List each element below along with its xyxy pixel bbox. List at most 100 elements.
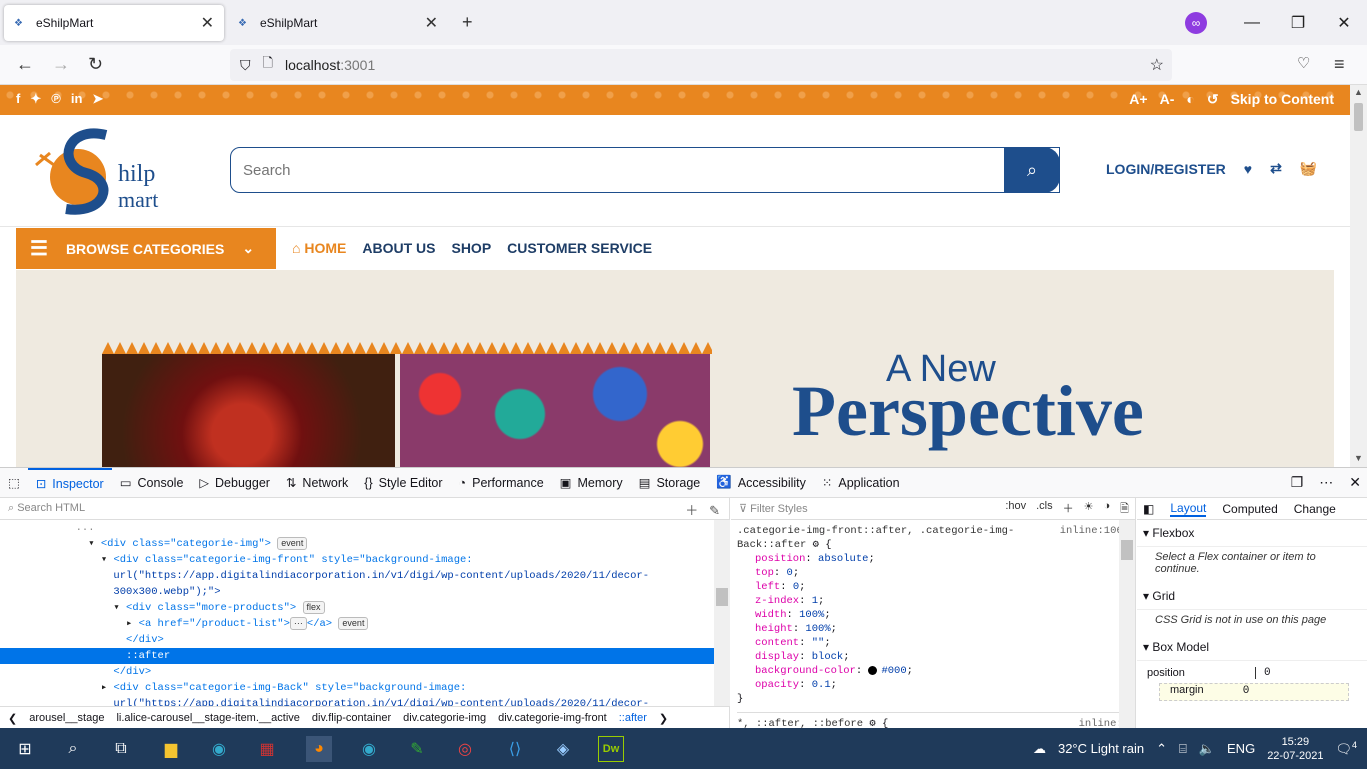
login-register-link[interactable]: LOGIN/REGISTER: [1106, 161, 1226, 177]
compare-shuffle-icon[interactable]: ⇄: [1270, 160, 1282, 177]
tab-memory[interactable]: ▣ Memory: [552, 468, 631, 498]
more-options-icon[interactable]: ⋯: [1319, 474, 1333, 491]
bookmark-star-icon[interactable]: ☆: [1150, 55, 1164, 75]
filter-styles-input[interactable]: Filter Styles: [750, 503, 807, 515]
chrome-icon[interactable]: ◎: [452, 736, 478, 762]
collapsed-badge[interactable]: ···: [289, 617, 307, 630]
menu-icon[interactable]: ≡: [1334, 54, 1345, 75]
close-devtools-icon[interactable]: ✕: [1349, 474, 1361, 491]
event-badge[interactable]: event: [338, 617, 369, 630]
language-indicator[interactable]: ENG: [1227, 741, 1255, 756]
nav-home[interactable]: ⌂ HOME: [292, 240, 346, 256]
twitter-icon[interactable]: ✦: [30, 91, 41, 107]
telegram-icon[interactable]: ➤: [92, 91, 103, 107]
weather-text[interactable]: 32°C Light rain: [1058, 741, 1144, 756]
grid-section-header[interactable]: ▾ Grid: [1137, 583, 1367, 610]
weather-icon[interactable]: ☁: [1033, 741, 1046, 757]
winrar-icon[interactable]: ▦: [254, 736, 280, 762]
page-scrollbar[interactable]: ▲ ▼: [1350, 85, 1367, 467]
search-button[interactable]: ⌕: [1004, 147, 1060, 193]
tab-performance[interactable]: ◔ Performance: [451, 468, 552, 498]
notification-icon[interactable]: 🗨4: [1335, 740, 1357, 757]
dock-icon[interactable]: ❐: [1291, 474, 1304, 491]
rules-scrollbar[interactable]: [1119, 520, 1135, 729]
tree-row[interactable]: ▸ <a href="/product-list"> ··· </a> event: [0, 616, 714, 632]
search-icon[interactable]: ⌕: [60, 736, 86, 762]
css-declaration[interactable]: position: absolute;: [737, 552, 1129, 566]
add-node-and-picker-icons[interactable]: ＋ ✎: [685, 500, 720, 519]
pinterest-icon[interactable]: ℗: [51, 91, 61, 107]
breadcrumb-forward-icon[interactable]: ❯: [659, 712, 668, 725]
new-tab-button[interactable]: +: [462, 12, 473, 33]
color-swatch[interactable]: [868, 665, 878, 675]
volume-icon[interactable]: 🔈: [1199, 741, 1215, 757]
breadcrumb-item[interactable]: div.flip-container: [312, 712, 391, 724]
contrast-icon[interactable]: ◐: [1186, 91, 1194, 108]
tree-row[interactable]: </div>: [0, 632, 714, 648]
network-tray-icon[interactable]: ⌸: [1179, 741, 1187, 757]
event-badge[interactable]: event: [277, 537, 308, 550]
scrollbar-thumb[interactable]: [1121, 540, 1133, 560]
reload-button[interactable]: ↻: [88, 54, 103, 75]
breadcrumb-item-current[interactable]: ::after: [619, 712, 647, 724]
element-picker-button[interactable]: ⬚: [0, 468, 28, 498]
reset-icon[interactable]: ↺: [1207, 91, 1219, 108]
app-icon[interactable]: ◈: [550, 736, 576, 762]
search-html-input[interactable]: Search HTML: [17, 502, 85, 514]
scrollbar-thumb[interactable]: [1354, 103, 1363, 131]
hero-banner[interactable]: A New Perspective: [16, 270, 1334, 467]
tab-changes[interactable]: Change: [1294, 502, 1336, 516]
wishlist-heart-icon[interactable]: ♥: [1244, 161, 1252, 177]
box-margin-value[interactable]: 0: [1243, 685, 1250, 697]
breadcrumb-item[interactable]: li.alice-carousel__stage-item.__active: [116, 712, 299, 724]
nav-shop[interactable]: SHOP: [451, 240, 491, 256]
css-declaration[interactable]: z-index: 1;: [737, 594, 1129, 608]
tab-inspector[interactable]: ⊡ Inspector: [27, 467, 112, 498]
back-button[interactable]: ←: [16, 54, 34, 75]
close-window-button[interactable]: ✕: [1321, 13, 1367, 33]
box-position-value[interactable]: 0: [1255, 667, 1271, 679]
scrollbar-thumb[interactable]: [716, 588, 728, 606]
breadcrumb-item[interactable]: div.categorie-img: [403, 712, 486, 724]
tree-row[interactable]: ▸ <div class="categorie-img-Back" style=…: [0, 680, 714, 696]
tab-accessibility[interactable]: ♿ Accessibility: [708, 468, 814, 498]
tab-console[interactable]: ▭ Console: [112, 468, 192, 498]
close-tab-icon[interactable]: ✕: [201, 13, 214, 33]
linkedin-icon[interactable]: in: [71, 91, 83, 107]
eshilpmart-logo[interactable]: hilp mart: [26, 125, 186, 217]
browser-tab-1[interactable]: ❖ eShilpMart ✕: [4, 5, 224, 41]
tree-row[interactable]: ...: [0, 520, 714, 536]
task-view-icon[interactable]: ⧉: [108, 736, 134, 762]
gear-icon[interactable]: ⚙: [813, 539, 819, 551]
css-declaration[interactable]: height: 100%;: [737, 622, 1129, 636]
close-tab-icon[interactable]: ✕: [425, 13, 438, 33]
flex-badge[interactable]: flex: [302, 601, 325, 614]
tree-row-selected[interactable]: ::after: [0, 648, 714, 664]
tree-row[interactable]: ▾ <div class="more-products"> flex: [0, 600, 714, 616]
tab-debugger[interactable]: ▷ Debugger: [191, 468, 278, 498]
url-bar[interactable]: ⛉ 🗋 localhost:3001 ☆: [230, 49, 1172, 81]
breadcrumb-back-icon[interactable]: ❮: [8, 712, 17, 725]
tab-network[interactable]: ⇅ Network: [278, 468, 356, 498]
box-model-section-header[interactable]: ▾ Box Model: [1137, 634, 1367, 661]
font-decrease-button[interactable]: A-: [1160, 91, 1175, 108]
tree-row[interactable]: ▾ <div class="categorie-img"> event: [0, 536, 714, 552]
markup-scrollbar[interactable]: [714, 520, 730, 706]
css-declaration[interactable]: left: 0;: [737, 580, 1129, 594]
forward-button[interactable]: →: [52, 54, 70, 75]
tray-chevron-up-icon[interactable]: ⌃: [1156, 741, 1167, 757]
tree-row[interactable]: url("https://app.digitalindiacorporation…: [0, 696, 714, 706]
vscode-icon[interactable]: ⟨⟩: [502, 736, 528, 762]
skip-to-content-link[interactable]: Skip to Content: [1231, 91, 1334, 108]
dark-theme-icon[interactable]: ◑: [1103, 500, 1110, 519]
hov-toggle[interactable]: :hov: [1005, 500, 1026, 519]
windows-start-icon[interactable]: ⊞: [12, 736, 38, 762]
tree-row[interactable]: 300x300.webp");">: [0, 584, 714, 600]
facebook-icon[interactable]: f: [16, 91, 20, 107]
css-declaration[interactable]: background-color: #000;: [737, 664, 1129, 678]
css-declaration[interactable]: opacity: 0.1;: [737, 678, 1129, 692]
sidebar-toggle-icon[interactable]: ◧: [1143, 502, 1154, 516]
pocket-icon[interactable]: ♡: [1297, 54, 1310, 72]
clock[interactable]: 15:29 22-07-2021: [1267, 735, 1323, 763]
minimize-button[interactable]: —: [1229, 14, 1275, 32]
